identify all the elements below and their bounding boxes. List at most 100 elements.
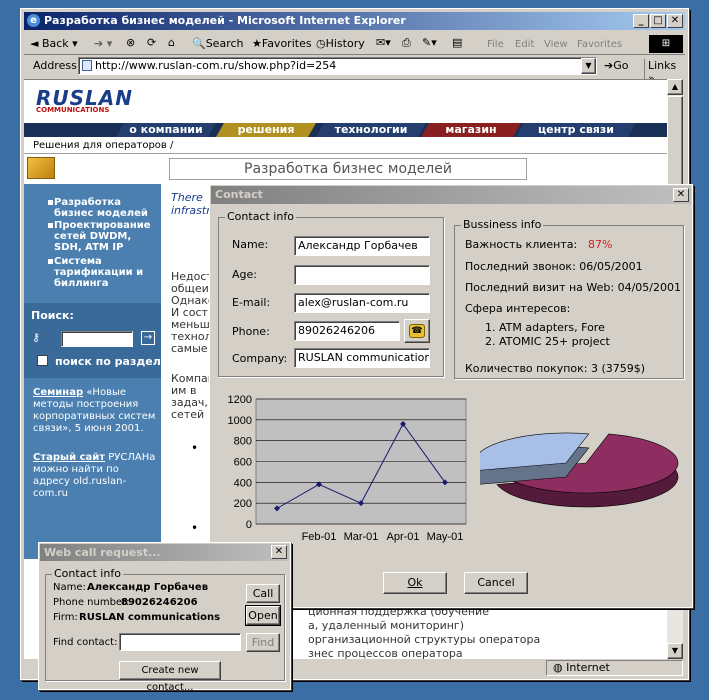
seminar-link[interactable]: Семинар: [33, 387, 83, 398]
name-field[interactable]: Александр Горбачев: [294, 236, 430, 256]
interests-label: Сфера интересов:: [465, 302, 571, 315]
edit-icon[interactable]: ✎▾: [422, 36, 437, 49]
back-label: Back: [41, 37, 69, 50]
minimize-icon[interactable]: _: [633, 14, 649, 28]
age-field[interactable]: [294, 265, 430, 285]
nav-technologies[interactable]: технологии: [316, 123, 426, 137]
webcall-firm-label: Firm:: [53, 612, 78, 623]
call-button[interactable]: Call: [246, 584, 280, 603]
print-icon[interactable]: ⎙: [402, 36, 411, 50]
history-button[interactable]: ◷History: [316, 37, 365, 50]
webcall-name: Александр Горбачев: [87, 582, 209, 593]
sidebar-item-dwdm[interactable]: Проектирование сетей DWDM, SDH, ATM IP: [54, 220, 154, 253]
globe-icon: ◍: [553, 661, 563, 674]
nav-contact-center[interactable]: центр связи: [516, 123, 636, 137]
stop-icon[interactable]: ⊗: [126, 36, 135, 49]
contact-titlebar[interactable]: Contact ✕: [211, 186, 691, 204]
close-icon[interactable]: ✕: [667, 14, 683, 28]
importance-label: Важность клиента:: [465, 238, 578, 251]
search-label: Поиск:: [31, 309, 74, 322]
webcall-group-label: Contact info: [52, 567, 123, 580]
phone-field[interactable]: 89026246206: [294, 321, 400, 341]
sidebar-item-billing[interactable]: Система тарификации и биллинга: [54, 256, 154, 289]
find-contact-label: Find contact:: [53, 637, 118, 648]
y-tick-label: 600: [234, 457, 252, 469]
nav-about[interactable]: о компании: [116, 123, 216, 137]
y-tick-label: 1200: [228, 394, 252, 406]
open-button[interactable]: Open: [245, 605, 281, 626]
sidebar-bullet: [48, 200, 53, 205]
age-label: Age:: [232, 268, 257, 281]
breadcrumb[interactable]: Решения для операторов /: [33, 140, 173, 151]
menu-view[interactable]: View: [544, 39, 568, 50]
sidebar-bullet: [48, 259, 53, 264]
company-field[interactable]: RUSLAN communications: [294, 348, 430, 368]
menu-favorites[interactable]: Favorites: [577, 39, 622, 50]
history-label: History: [325, 37, 365, 50]
contact-title: Contact: [215, 188, 263, 201]
cancel-button[interactable]: Cancel: [464, 572, 528, 594]
dial-button[interactable]: ☎: [404, 319, 430, 343]
purchases: Количество покупок: 3 (3759$): [465, 362, 646, 375]
section-checkbox[interactable]: [37, 355, 48, 366]
scroll-up-icon[interactable]: ▲: [667, 79, 683, 95]
page-icon: [82, 60, 92, 71]
y-tick-label: 200: [234, 498, 252, 510]
search-button[interactable]: 🔍Search: [192, 37, 244, 50]
webcall-titlebar[interactable]: Web call request... ✕: [40, 544, 289, 561]
url-text: http://www.ruslan-com.ru/show.php?id=254: [95, 59, 337, 72]
ok-button[interactable]: Ok: [383, 572, 447, 594]
pie-chart: [480, 432, 679, 508]
create-contact-button[interactable]: Create new contact...: [119, 661, 221, 693]
ruslan-logo[interactable]: RUSLAN COMMUNICATIONS: [36, 88, 133, 114]
browser-titlebar[interactable]: e Разработка бизнес моделей - Microsoft …: [24, 12, 685, 30]
last-call: Последний звонок: 06/05/2001: [465, 260, 643, 273]
discuss-icon[interactable]: ▤: [452, 36, 462, 49]
webcall-phone: 89026246206: [121, 597, 198, 608]
address-bar: Address http://www.ruslan-com.ru/show.ph…: [24, 57, 685, 85]
phone-label: Phone:: [232, 325, 270, 338]
url-input[interactable]: http://www.ruslan-com.ru/show.php?id=254: [78, 57, 597, 75]
back-button[interactable]: ◄ Back ▾: [30, 37, 78, 50]
go-button[interactable]: ➔Go: [604, 59, 628, 72]
content-line: There: [171, 191, 203, 204]
y-tick-label: 1000: [228, 415, 252, 427]
company-label: Company:: [232, 352, 288, 365]
search-go-icon[interactable]: →: [141, 331, 155, 345]
key-icon: ⚷: [32, 331, 41, 344]
menu-edit[interactable]: Edit: [515, 39, 534, 50]
menu-file[interactable]: File: [487, 39, 504, 50]
sidebar-bullet: [48, 223, 53, 228]
refresh-icon[interactable]: ⟳: [147, 36, 156, 49]
email-field[interactable]: alex@ruslan-com.ru: [294, 293, 430, 313]
find-contact-input[interactable]: [119, 633, 241, 651]
webcall-dialog: Web call request... ✕ Contact info Name:…: [38, 542, 291, 693]
find-button[interactable]: Find: [246, 633, 280, 652]
nav-solutions[interactable]: решения: [216, 123, 316, 137]
maximize-icon[interactable]: □: [650, 14, 666, 28]
y-tick-label: 400: [234, 477, 252, 489]
cancel-label: Cancel: [477, 576, 515, 589]
y-tick-label: 800: [234, 436, 252, 448]
content-line: организационной структуры оператора: [308, 633, 541, 646]
content-bullet: •: [191, 441, 199, 455]
email-label: E-mail:: [232, 296, 271, 309]
last-visit: Последний визит на Web: 04/05/2001: [465, 281, 681, 294]
sidebar-search-input[interactable]: [61, 331, 133, 347]
close-icon[interactable]: ✕: [673, 188, 689, 202]
x-tick-label: Apr-01: [386, 531, 419, 543]
old-site-link[interactable]: Старый сайт: [33, 452, 105, 463]
sidebar-item-business-models[interactable]: Разработка бизнес моделей: [54, 197, 154, 219]
old-site-block: Старый сайт РУСЛАНа можно найти по адрес…: [33, 452, 157, 500]
mail-icon[interactable]: ✉▾: [376, 36, 391, 49]
importance-value: 87%: [588, 238, 613, 251]
address-label: Address: [33, 59, 77, 72]
home-icon[interactable]: ⌂: [168, 36, 175, 49]
address-dropdown[interactable]: ▼: [581, 58, 596, 74]
scroll-down-icon[interactable]: ▼: [667, 643, 683, 659]
page-title: Разработка бизнес моделей: [169, 158, 527, 180]
favorites-button[interactable]: ★Favorites: [252, 37, 312, 50]
nav-shop[interactable]: магазин: [421, 123, 521, 137]
close-icon[interactable]: ✕: [271, 545, 287, 559]
forward-icon[interactable]: ➔ ▾: [94, 37, 112, 50]
